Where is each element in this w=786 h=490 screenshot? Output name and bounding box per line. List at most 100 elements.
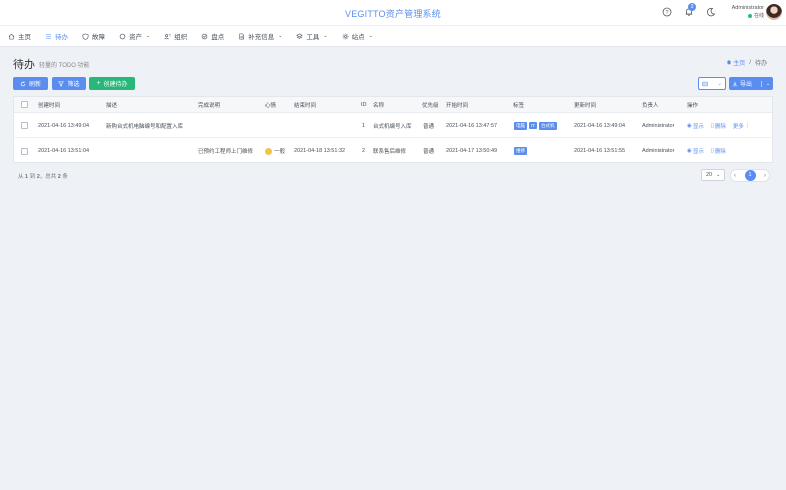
filter-icon <box>58 80 65 87</box>
tag-badge: 维修 <box>514 147 527 155</box>
export-main: 导出 <box>732 79 752 88</box>
plus-icon: + <box>96 80 101 87</box>
col-id[interactable]: ID <box>361 97 367 112</box>
cell-id: 2 <box>362 148 366 154</box>
table-icon <box>702 81 708 86</box>
nav-label: 故障 <box>92 34 105 41</box>
avatar[interactable] <box>766 4 782 20</box>
trash-icon: ▯ <box>710 148 714 154</box>
eye-icon: ◉ <box>687 148 692 154</box>
layers-icon <box>296 33 304 39</box>
page-size-select[interactable]: 20 ⌄ <box>701 169 725 181</box>
col-priority[interactable]: 优先级 <box>422 97 439 112</box>
show-button[interactable]: ◉ 显示 <box>687 122 704 130</box>
top-icons: ? 3 <box>662 3 716 17</box>
cell-start: 2021-04-16 13:47:57 <box>446 122 498 129</box>
col-name[interactable]: 名称 <box>373 97 384 112</box>
chevron-down-icon: ⌄ <box>716 172 721 178</box>
col-mood[interactable]: 心情 <box>265 97 276 112</box>
col-start[interactable]: 开始时间 <box>446 97 468 112</box>
user-name: Administrator <box>731 5 764 11</box>
download-icon <box>732 81 738 86</box>
create-todo-button[interactable]: + 创建待办 <box>89 77 135 90</box>
bell-icon[interactable]: 3 <box>684 3 696 17</box>
col-created[interactable]: 创建时间 <box>38 97 60 112</box>
chevron-down-icon: ⌄ <box>146 33 151 39</box>
cell-tags: 维修 <box>514 139 529 163</box>
cell-mood: 一般 <box>265 139 285 163</box>
cell-priority: 普通 <box>423 149 435 155</box>
nav-item-todo[interactable]: 待办 <box>45 31 68 41</box>
col-updated[interactable]: 更新时间 <box>574 97 596 112</box>
cell-updated: 2021-04-16 13:51:55 <box>574 148 626 154</box>
nav-label: 盘点 <box>211 34 225 41</box>
eye-icon: ◉ <box>687 122 692 129</box>
notification-badge: 3 <box>688 3 696 11</box>
nav-label: 主页 <box>18 34 31 41</box>
page-button-current[interactable]: 1 <box>744 170 756 181</box>
next-page-button[interactable]: › <box>764 173 766 179</box>
file-icon <box>239 33 245 39</box>
breadcrumb-separator: / <box>749 59 751 66</box>
chevron-down-icon: ⌄ <box>323 33 328 39</box>
todo-table: 创建时间 描述 完成说明 心情 结束时间 ID 名称 优先级 开始时间 标签 更… <box>13 96 773 163</box>
tag-badge: 电脑 <box>514 121 527 130</box>
export-button[interactable]: 导出 ⌄ <box>729 77 773 90</box>
chevron-down-icon: ⌄ <box>368 33 373 39</box>
cell-created: 2021-04-16 13:49:04 <box>38 122 90 129</box>
cell-tags: 电脑 IT 台式机 <box>514 114 559 137</box>
more-button[interactable]: 更多 ⋮ <box>733 122 751 130</box>
delete-button[interactable]: ▯ 删除 <box>711 147 726 155</box>
nav-item-inventory[interactable]: 盘点 <box>201 31 224 41</box>
nav-item-home[interactable]: 主页 <box>8 31 31 41</box>
cell-id: 1 <box>362 122 366 129</box>
filter-button[interactable]: 筛选 <box>52 77 86 90</box>
moon-icon[interactable] <box>706 7 716 17</box>
list-icon <box>45 33 52 39</box>
nav-item-extra-info[interactable]: 补充信息 ⌄ <box>238 31 282 41</box>
online-dot-icon <box>747 13 752 18</box>
col-desc[interactable]: 描述 <box>106 97 117 112</box>
main-nav: 主页 待办 故障 资产 ⌄ 组织 盘点 补充信息 ⌄ 工具 ⌄ 站点 ⌄ <box>0 25 786 47</box>
nav-item-assets[interactable]: 资产 ⌄ <box>119 31 150 41</box>
svg-text:?: ? <box>665 10 668 16</box>
show-button[interactable]: ◉ 显示 <box>687 147 704 155</box>
cell-done-note: 已预约工程师上门维修 <box>198 149 254 155</box>
nav-item-fault[interactable]: 故障 <box>82 31 105 41</box>
shield-icon <box>82 33 89 40</box>
col-done-note[interactable]: 完成说明 <box>198 97 220 112</box>
cell-updated: 2021-04-16 13:49:04 <box>574 122 626 129</box>
cell-name: 台式机编号入库 <box>373 123 412 130</box>
breadcrumb-current: 待办 <box>754 61 767 67</box>
nav-item-tools[interactable]: 工具 ⌄ <box>296 31 328 41</box>
nav-item-org[interactable]: 组织 <box>164 31 187 41</box>
cell-actions: ◉ 显示 ▯ 删除 <box>687 139 733 163</box>
row-checkbox[interactable] <box>21 147 28 155</box>
nav-item-site[interactable]: 站点 ⌄ <box>342 31 373 41</box>
col-end[interactable]: 结束时间 <box>294 97 316 112</box>
delete-button[interactable]: ▯ 删除 <box>711 122 726 130</box>
prev-page-button[interactable]: ‹ <box>734 173 736 179</box>
breadcrumb-home[interactable]: 主页 <box>726 58 745 67</box>
select-all-checkbox[interactable] <box>21 101 28 108</box>
table-row: 2021-04-16 13:51:04 已预约工程师上门维修 一般 2021-0… <box>14 139 772 163</box>
refresh-button[interactable]: 刷新 <box>13 77 48 90</box>
user-info[interactable]: Administrator 在线 <box>732 5 764 19</box>
chevron-down-icon: ⌄ <box>717 80 722 87</box>
nav-label: 工具 <box>306 34 320 41</box>
col-tags[interactable]: 标签 <box>513 97 524 112</box>
chevron-down-icon: ⌄ <box>760 80 770 87</box>
cell-created: 2021-04-16 13:51:04 <box>38 148 90 154</box>
page-title: 待办 <box>13 59 35 71</box>
cell-priority: 普通 <box>423 123 435 130</box>
help-icon[interactable]: ? <box>662 7 672 17</box>
cell-owner: Administrator <box>642 148 675 154</box>
cell-name: 联系售后维修 <box>373 149 407 155</box>
col-owner[interactable]: 负责人 <box>642 97 659 112</box>
column-select-button[interactable]: ⌄ <box>698 77 726 90</box>
table-header: 创建时间 描述 完成说明 心情 结束时间 ID 名称 优先级 开始时间 标签 更… <box>14 97 772 113</box>
refresh-icon <box>20 81 26 86</box>
row-checkbox[interactable] <box>21 122 28 129</box>
chevron-down-icon: ⌄ <box>278 33 283 39</box>
circle-icon <box>119 33 126 39</box>
